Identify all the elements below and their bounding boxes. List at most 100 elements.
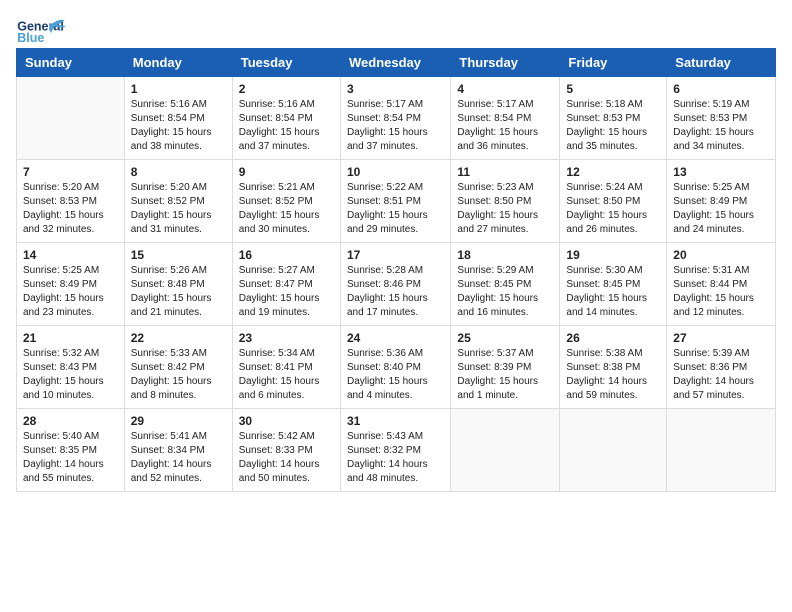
calendar-cell (17, 77, 125, 160)
day-info: Sunrise: 5:39 AM Sunset: 8:36 PM Dayligh… (673, 347, 769, 403)
day-number: 2 (239, 82, 334, 96)
calendar-cell: 20 Sunrise: 5:31 AM Sunset: 8:44 PM Dayli… (667, 243, 776, 326)
calendar-cell: 4 Sunrise: 5:17 AM Sunset: 8:54 PM Daylig… (451, 77, 560, 160)
weekday-header: Thursday (451, 49, 560, 77)
day-info: Sunrise: 5:16 AM Sunset: 8:54 PM Dayligh… (131, 98, 226, 154)
day-info: Sunrise: 5:26 AM Sunset: 8:48 PM Dayligh… (131, 264, 226, 320)
logo: General Blue (16, 16, 66, 36)
day-number: 10 (347, 165, 444, 179)
day-number: 4 (457, 82, 553, 96)
calendar-cell: 5 Sunrise: 5:18 AM Sunset: 8:53 PM Daylig… (560, 77, 667, 160)
weekday-header: Friday (560, 49, 667, 77)
day-number: 1 (131, 82, 226, 96)
day-number: 25 (457, 331, 553, 345)
calendar-cell: 26 Sunrise: 5:38 AM Sunset: 8:38 PM Dayli… (560, 326, 667, 409)
day-number: 19 (566, 248, 660, 262)
day-info: Sunrise: 5:21 AM Sunset: 8:52 PM Dayligh… (239, 181, 334, 237)
day-number: 29 (131, 414, 226, 428)
day-number: 30 (239, 414, 334, 428)
day-number: 7 (23, 165, 118, 179)
weekday-header: Wednesday (340, 49, 450, 77)
day-number: 3 (347, 82, 444, 96)
day-info: Sunrise: 5:17 AM Sunset: 8:54 PM Dayligh… (457, 98, 553, 154)
day-number: 16 (239, 248, 334, 262)
calendar-cell: 14 Sunrise: 5:25 AM Sunset: 8:49 PM Dayli… (17, 243, 125, 326)
day-number: 12 (566, 165, 660, 179)
day-info: Sunrise: 5:28 AM Sunset: 8:46 PM Dayligh… (347, 264, 444, 320)
day-info: Sunrise: 5:16 AM Sunset: 8:54 PM Dayligh… (239, 98, 334, 154)
page-header: General Blue (16, 16, 776, 36)
calendar-cell: 7 Sunrise: 5:20 AM Sunset: 8:53 PM Daylig… (17, 160, 125, 243)
day-info: Sunrise: 5:34 AM Sunset: 8:41 PM Dayligh… (239, 347, 334, 403)
day-info: Sunrise: 5:38 AM Sunset: 8:38 PM Dayligh… (566, 347, 660, 403)
calendar-cell: 9Sunrise: 5:21 AM Sunset: 8:52 PM Daylig… (232, 160, 340, 243)
day-number: 26 (566, 331, 660, 345)
calendar-cell: 16 Sunrise: 5:27 AM Sunset: 8:47 PM Dayli… (232, 243, 340, 326)
calendar-cell (667, 409, 776, 492)
day-number: 11 (457, 165, 553, 179)
calendar-cell: 8Sunrise: 5:20 AM Sunset: 8:52 PM Daylig… (124, 160, 232, 243)
day-info: Sunrise: 5:19 AM Sunset: 8:53 PM Dayligh… (673, 98, 769, 154)
calendar-cell (451, 409, 560, 492)
calendar-cell: 22 Sunrise: 5:33 AM Sunset: 8:42 PM Dayli… (124, 326, 232, 409)
calendar-week-row: 21 Sunrise: 5:32 AM Sunset: 8:43 PM Dayli… (17, 326, 776, 409)
calendar-week-row: 7 Sunrise: 5:20 AM Sunset: 8:53 PM Daylig… (17, 160, 776, 243)
day-number: 13 (673, 165, 769, 179)
day-info: Sunrise: 5:37 AM Sunset: 8:39 PM Dayligh… (457, 347, 553, 403)
calendar-cell: 28 Sunrise: 5:40 AM Sunset: 8:35 PM Dayli… (17, 409, 125, 492)
calendar-cell: 29 Sunrise: 5:41 AM Sunset: 8:34 PM Dayli… (124, 409, 232, 492)
calendar-cell: 15Sunrise: 5:26 AM Sunset: 8:48 PM Dayli… (124, 243, 232, 326)
day-info: Sunrise: 5:18 AM Sunset: 8:53 PM Dayligh… (566, 98, 660, 154)
logo-icon: General Blue (16, 16, 66, 46)
day-info: Sunrise: 5:23 AM Sunset: 8:50 PM Dayligh… (457, 181, 553, 237)
weekday-header: Tuesday (232, 49, 340, 77)
calendar-cell: 27Sunrise: 5:39 AM Sunset: 8:36 PM Dayli… (667, 326, 776, 409)
day-info: Sunrise: 5:40 AM Sunset: 8:35 PM Dayligh… (23, 430, 118, 486)
calendar-cell: 10 Sunrise: 5:22 AM Sunset: 8:51 PM Dayli… (340, 160, 450, 243)
calendar-table: SundayMondayTuesdayWednesdayThursdayFrid… (16, 48, 776, 492)
day-number: 18 (457, 248, 553, 262)
calendar-cell: 2 Sunrise: 5:16 AM Sunset: 8:54 PM Daylig… (232, 77, 340, 160)
day-number: 6 (673, 82, 769, 96)
calendar-cell (560, 409, 667, 492)
calendar-cell: 23 Sunrise: 5:34 AM Sunset: 8:41 PM Dayli… (232, 326, 340, 409)
calendar-cell: 11 Sunrise: 5:23 AM Sunset: 8:50 PM Dayli… (451, 160, 560, 243)
calendar-cell: 17 Sunrise: 5:28 AM Sunset: 8:46 PM Dayli… (340, 243, 450, 326)
calendar-week-row: 1 Sunrise: 5:16 AM Sunset: 8:54 PM Daylig… (17, 77, 776, 160)
day-info: Sunrise: 5:42 AM Sunset: 8:33 PM Dayligh… (239, 430, 334, 486)
day-number: 17 (347, 248, 444, 262)
calendar-cell: 24Sunrise: 5:36 AM Sunset: 8:40 PM Dayli… (340, 326, 450, 409)
day-info: Sunrise: 5:33 AM Sunset: 8:42 PM Dayligh… (131, 347, 226, 403)
day-info: Sunrise: 5:20 AM Sunset: 8:53 PM Dayligh… (23, 181, 118, 237)
day-number: 8 (131, 165, 226, 179)
day-info: Sunrise: 5:24 AM Sunset: 8:50 PM Dayligh… (566, 181, 660, 237)
calendar-cell: 21 Sunrise: 5:32 AM Sunset: 8:43 PM Dayli… (17, 326, 125, 409)
day-info: Sunrise: 5:41 AM Sunset: 8:34 PM Dayligh… (131, 430, 226, 486)
day-number: 23 (239, 331, 334, 345)
day-info: Sunrise: 5:27 AM Sunset: 8:47 PM Dayligh… (239, 264, 334, 320)
day-number: 20 (673, 248, 769, 262)
day-number: 24 (347, 331, 444, 345)
day-info: Sunrise: 5:30 AM Sunset: 8:45 PM Dayligh… (566, 264, 660, 320)
calendar-header-row: SundayMondayTuesdayWednesdayThursdayFrid… (17, 49, 776, 77)
calendar-week-row: 28 Sunrise: 5:40 AM Sunset: 8:35 PM Dayli… (17, 409, 776, 492)
weekday-header: Saturday (667, 49, 776, 77)
day-info: Sunrise: 5:25 AM Sunset: 8:49 PM Dayligh… (23, 264, 118, 320)
day-number: 5 (566, 82, 660, 96)
weekday-header: Sunday (17, 49, 125, 77)
calendar-cell: 6 Sunrise: 5:19 AM Sunset: 8:53 PM Daylig… (667, 77, 776, 160)
day-info: Sunrise: 5:25 AM Sunset: 8:49 PM Dayligh… (673, 181, 769, 237)
day-info: Sunrise: 5:32 AM Sunset: 8:43 PM Dayligh… (23, 347, 118, 403)
calendar-cell: 13 Sunrise: 5:25 AM Sunset: 8:49 PM Dayli… (667, 160, 776, 243)
calendar-cell: 31Sunrise: 5:43 AM Sunset: 8:32 PM Dayli… (340, 409, 450, 492)
day-number: 22 (131, 331, 226, 345)
calendar-cell: 25 Sunrise: 5:37 AM Sunset: 8:39 PM Dayli… (451, 326, 560, 409)
day-number: 21 (23, 331, 118, 345)
day-info: Sunrise: 5:43 AM Sunset: 8:32 PM Dayligh… (347, 430, 444, 486)
day-info: Sunrise: 5:22 AM Sunset: 8:51 PM Dayligh… (347, 181, 444, 237)
day-number: 14 (23, 248, 118, 262)
calendar-cell: 18Sunrise: 5:29 AM Sunset: 8:45 PM Dayli… (451, 243, 560, 326)
day-info: Sunrise: 5:31 AM Sunset: 8:44 PM Dayligh… (673, 264, 769, 320)
day-number: 28 (23, 414, 118, 428)
calendar-cell: 3Sunrise: 5:17 AM Sunset: 8:54 PM Daylig… (340, 77, 450, 160)
